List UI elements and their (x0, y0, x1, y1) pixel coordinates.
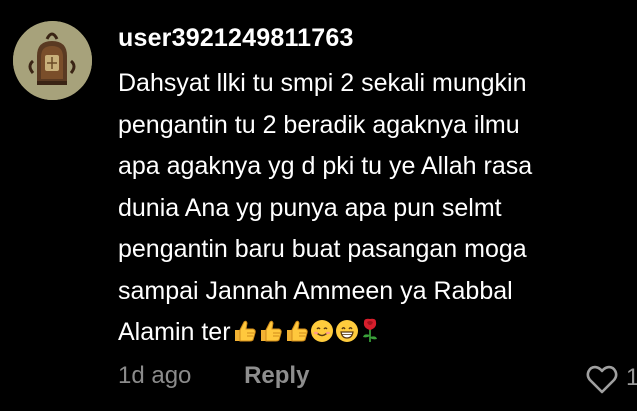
thumbs-up-emoji-icon (232, 319, 257, 343)
avatar-image (13, 21, 92, 100)
reply-button[interactable]: Reply (244, 362, 309, 390)
comment-text-line: dunia Ana yg punya apa pun selmt (118, 193, 502, 222)
comment-footer: 1d ago Reply (118, 362, 309, 390)
comment-text: Dahsyat llki tu smpi 2 sekali mungkin pe… (118, 63, 623, 354)
like-button[interactable]: 1 (586, 362, 637, 396)
comment-text-line: Dahsyat llki tu smpi 2 sekali mungkin (118, 69, 527, 97)
comment-item: user3921249811763 Dahsyat llki tu smpi 2… (0, 0, 637, 411)
grinning-face-emoji-icon (335, 319, 359, 343)
comment-text-tail: Alamin ter (118, 318, 231, 346)
avatar[interactable] (13, 21, 92, 100)
comment-text-line-last: Alamin ter (118, 312, 623, 354)
rose-emoji-icon (360, 317, 380, 343)
comment-text-line: sampai Jannah Ammeen ya Rabbal (118, 276, 513, 305)
comment-text-line: pengantin baru buat pasangan moga (118, 235, 527, 263)
thumbs-up-emoji-icon (284, 319, 309, 343)
username[interactable]: user3921249811763 (118, 24, 354, 53)
heart-icon (586, 365, 618, 394)
comment-text-line: pengantin tu 2 beradik agaknya ilmu (118, 110, 520, 139)
thumbs-up-emoji-icon (258, 319, 283, 343)
like-count: 1 (626, 364, 637, 391)
smiling-face-emoji-icon (310, 319, 334, 343)
comment-text-line: apa agaknya yg d pki tu ye Allah rasa (118, 152, 533, 180)
comment-date: 1d ago (118, 362, 192, 389)
